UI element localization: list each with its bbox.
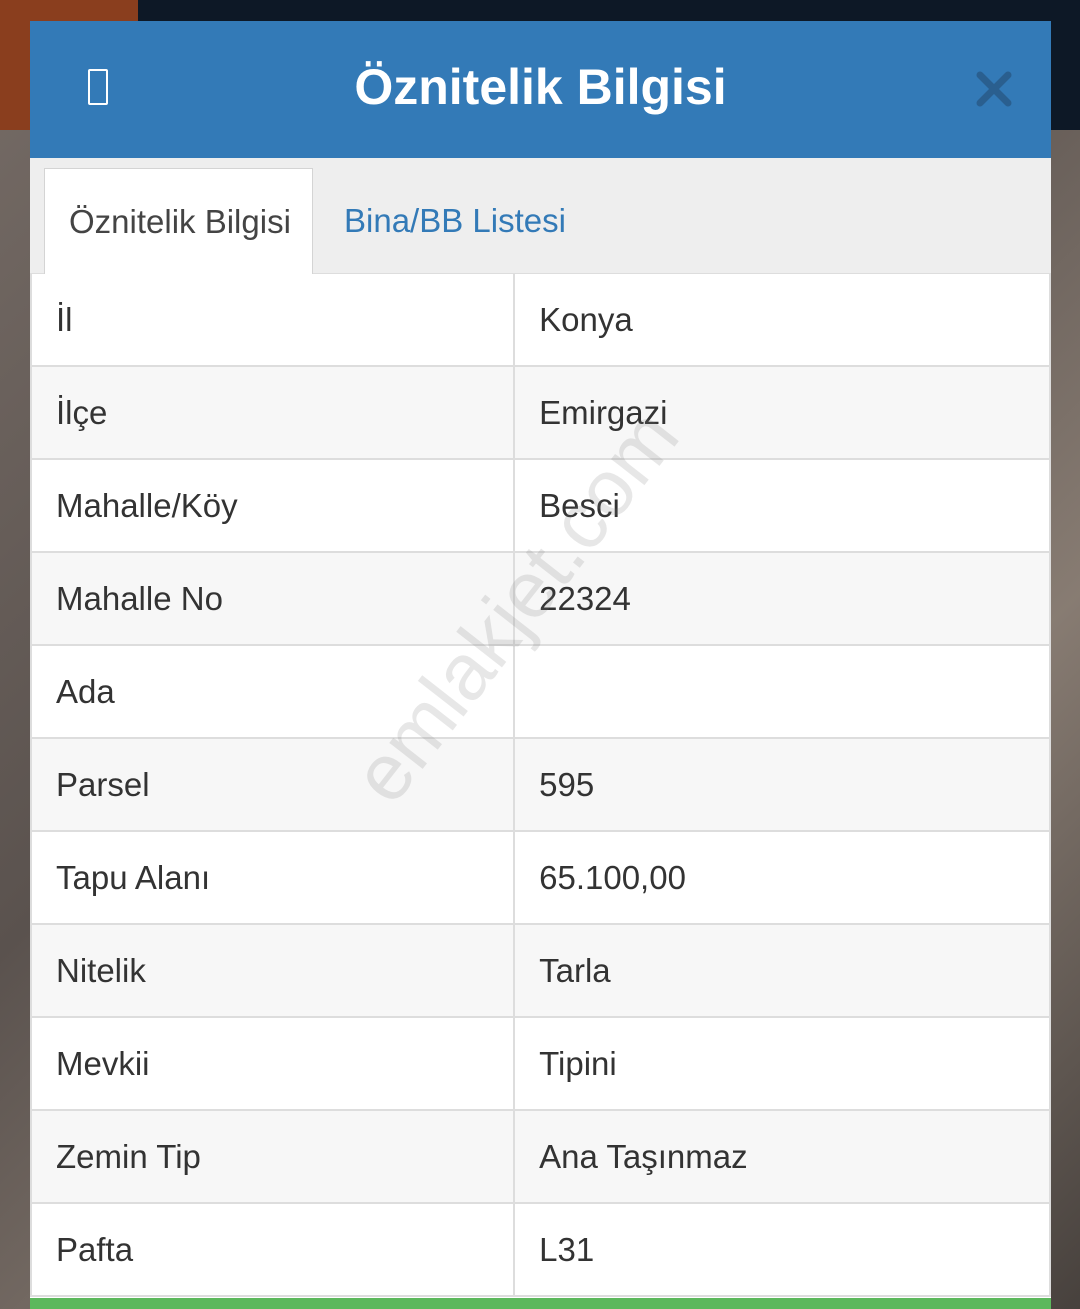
row-key: İl [32, 274, 516, 365]
row-key: Nitelik [32, 925, 516, 1016]
row-value: Tarla [539, 952, 611, 989]
row-key: Parsel [32, 739, 516, 830]
modal-header: Öznitelik Bilgisi [30, 21, 1051, 158]
modal-title: Öznitelik Bilgisi [354, 59, 727, 115]
table-row: İlçe Emirgazi [32, 367, 1049, 460]
row-value: Ana Taşınmaz [539, 1138, 748, 1175]
attribute-info-modal: Öznitelik Bilgisi Öznitelik Bilgisi Bina… [30, 21, 1051, 1309]
attribute-table: İl Konya İlçe Emirgazi Mahalle/Köy Besci… [30, 274, 1051, 1297]
row-value: 22324 [539, 580, 631, 617]
tabs-bar: Öznitelik Bilgisi Bina/BB Listesi [30, 158, 1051, 275]
table-row: Mevkii Tipini [32, 1018, 1049, 1111]
tab-building-list[interactable]: Bina/BB Listesi [320, 168, 590, 273]
table-row: Nitelik Tarla [32, 925, 1049, 1018]
table-row: Zemin Tip Ana Taşınmaz [32, 1111, 1049, 1204]
row-value [515, 646, 1049, 737]
tab-attribute-info[interactable]: Öznitelik Bilgisi [44, 168, 313, 275]
row-value: Konya [539, 301, 633, 338]
row-key: İlçe [32, 367, 516, 458]
table-row: İl Konya [32, 274, 1049, 367]
row-value: Tipini [539, 1045, 617, 1082]
row-key: Ada [32, 646, 516, 737]
row-key: Mevkii [32, 1018, 516, 1109]
row-key: Tapu Alanı [32, 832, 516, 923]
table-row: Ada [32, 646, 1049, 739]
row-key: Mahalle No [32, 553, 516, 644]
footer-bar [30, 1298, 1051, 1309]
table-row: Pafta L31 [32, 1204, 1049, 1297]
table-row: Tapu Alanı 65.100,00 [32, 832, 1049, 925]
table-row: Parsel 595 [32, 739, 1049, 832]
close-icon[interactable] [974, 69, 1014, 109]
row-key: Pafta [32, 1204, 516, 1295]
row-value: 595 [539, 766, 595, 803]
table-row: Mahalle/Köy Besci [32, 460, 1049, 553]
row-value: Emirgazi [539, 394, 668, 431]
table-row: Mahalle No 22324 [32, 553, 1049, 646]
row-key: Zemin Tip [32, 1111, 516, 1202]
row-value: Besci [539, 487, 620, 524]
row-value: L31 [539, 1231, 595, 1268]
row-value: 65.100,00 [539, 859, 686, 896]
row-key: Mahalle/Köy [32, 460, 516, 551]
